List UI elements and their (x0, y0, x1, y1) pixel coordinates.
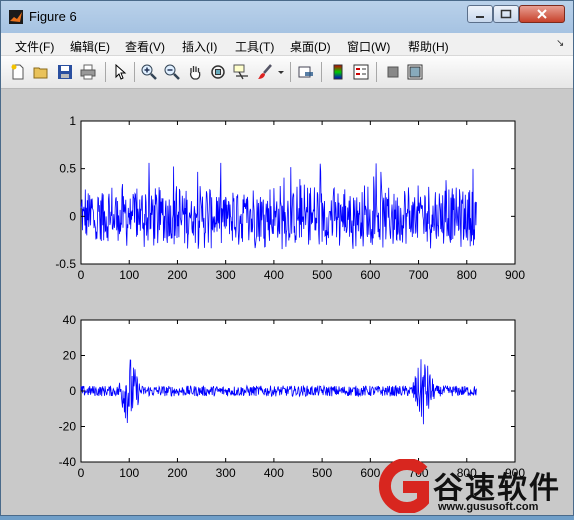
x-tick-label: 200 (167, 268, 187, 282)
toolbar-separator (134, 62, 135, 82)
x-tick-label: 300 (216, 268, 236, 282)
pan-hand-icon[interactable] (187, 64, 203, 80)
x-tick-label: 600 (360, 268, 380, 282)
figure-toolbar (1, 56, 573, 89)
x-tick-label: 100 (119, 268, 139, 282)
menu-bar: 文件(F) 编辑(E) 查看(V) 插入(I) 工具(T) 桌面(D) 窗口(W… (1, 33, 573, 56)
zoom-out-icon[interactable] (164, 64, 180, 80)
y-tick-label: -20 (59, 420, 77, 434)
y-tick-label: 0 (69, 384, 76, 398)
figure-canvas[interactable]: 0 100 200 300 400 500 600 700 800 900 -0.5 0 0.5 1 0 10… (1, 89, 573, 515)
y-tick-label: -40 (59, 455, 77, 469)
new-figure-icon[interactable] (10, 64, 26, 80)
show-plot-tools-icon[interactable] (407, 64, 423, 80)
zoom-in-icon[interactable] (141, 64, 157, 80)
link-plot-icon[interactable] (298, 64, 314, 80)
minimize-icon (476, 16, 484, 18)
x-tick-label: 400 (264, 466, 284, 480)
save-icon[interactable] (57, 64, 73, 80)
menu-tools[interactable]: 工具(T) (235, 38, 274, 55)
brush-icon[interactable] (257, 64, 273, 80)
x-tick-label: 100 (119, 466, 139, 480)
x-tick-label: 800 (457, 268, 477, 282)
close-icon (537, 9, 547, 19)
y-tick-label: 1 (69, 114, 76, 128)
rotate-3d-icon[interactable] (210, 64, 226, 80)
x-tick-label: 200 (167, 466, 187, 480)
edit-plot-arrow-icon[interactable] (112, 64, 128, 80)
maximize-button[interactable] (493, 5, 519, 23)
menu-dock-arrow-icon[interactable]: ↘ (556, 38, 564, 49)
menu-insert[interactable]: 插入(I) (182, 38, 217, 55)
toolbar-separator (376, 62, 377, 82)
x-tick-label: 400 (264, 268, 284, 282)
x-tick-label: 0 (78, 466, 85, 480)
colorbar-icon[interactable] (330, 64, 346, 80)
close-button[interactable] (519, 5, 565, 23)
brush-dropdown-icon[interactable] (277, 64, 285, 80)
toolbar-separator (321, 62, 322, 82)
axes-1: 0 100 200 300 400 500 600 700 800 900-0.500.51 (55, 114, 525, 282)
watermark-url: www.gususoft.com (438, 501, 539, 513)
x-tick-label: 900 (505, 268, 525, 282)
matlab-logo-icon (9, 10, 23, 24)
x-tick-label: 500 (312, 268, 332, 282)
y-tick-label: 0 (69, 209, 76, 223)
watermark-logo-icon (378, 459, 429, 513)
x-tick-label: 300 (216, 466, 236, 480)
toolbar-separator (105, 62, 106, 82)
axes-2: 0 100 200 300 400 500 600 700 800 900-40-2002040 (59, 313, 526, 480)
figure-window: Figure 6 文件(F) 编辑(E) 查看(V) 插入(I) 工具(T) 桌… (0, 0, 574, 516)
print-icon[interactable] (80, 64, 96, 80)
axes-box (80, 120, 516, 265)
menu-file[interactable]: 文件(F) (15, 38, 54, 55)
maximize-icon (500, 9, 512, 19)
y-tick-label: 0.5 (59, 162, 76, 176)
y-tick-label: -0.5 (55, 257, 76, 271)
menu-view[interactable]: 查看(V) (125, 38, 165, 55)
y-tick-label: 40 (63, 313, 77, 327)
menu-window[interactable]: 窗口(W) (347, 38, 390, 55)
y-tick-label: 20 (63, 349, 77, 363)
hide-plot-tools-icon[interactable] (385, 64, 401, 80)
plots-svg[interactable]: 0 100 200 300 400 500 600 700 800 900-0.500.510 10… (1, 89, 573, 515)
x-tick-label: 0 (78, 268, 85, 282)
open-file-icon[interactable] (33, 64, 49, 80)
legend-icon[interactable] (353, 64, 369, 80)
toolbar-separator (290, 62, 291, 82)
menu-edit[interactable]: 编辑(E) (70, 38, 110, 55)
menu-help[interactable]: 帮助(H) (408, 38, 449, 55)
x-tick-label: 500 (312, 466, 332, 480)
data-cursor-icon[interactable] (233, 64, 249, 80)
menu-desktop[interactable]: 桌面(D) (290, 38, 331, 55)
window-title: Figure 6 (29, 9, 77, 24)
x-tick-label: 700 (409, 268, 429, 282)
minimize-button[interactable] (467, 5, 493, 23)
title-bar[interactable]: Figure 6 (1, 1, 573, 33)
